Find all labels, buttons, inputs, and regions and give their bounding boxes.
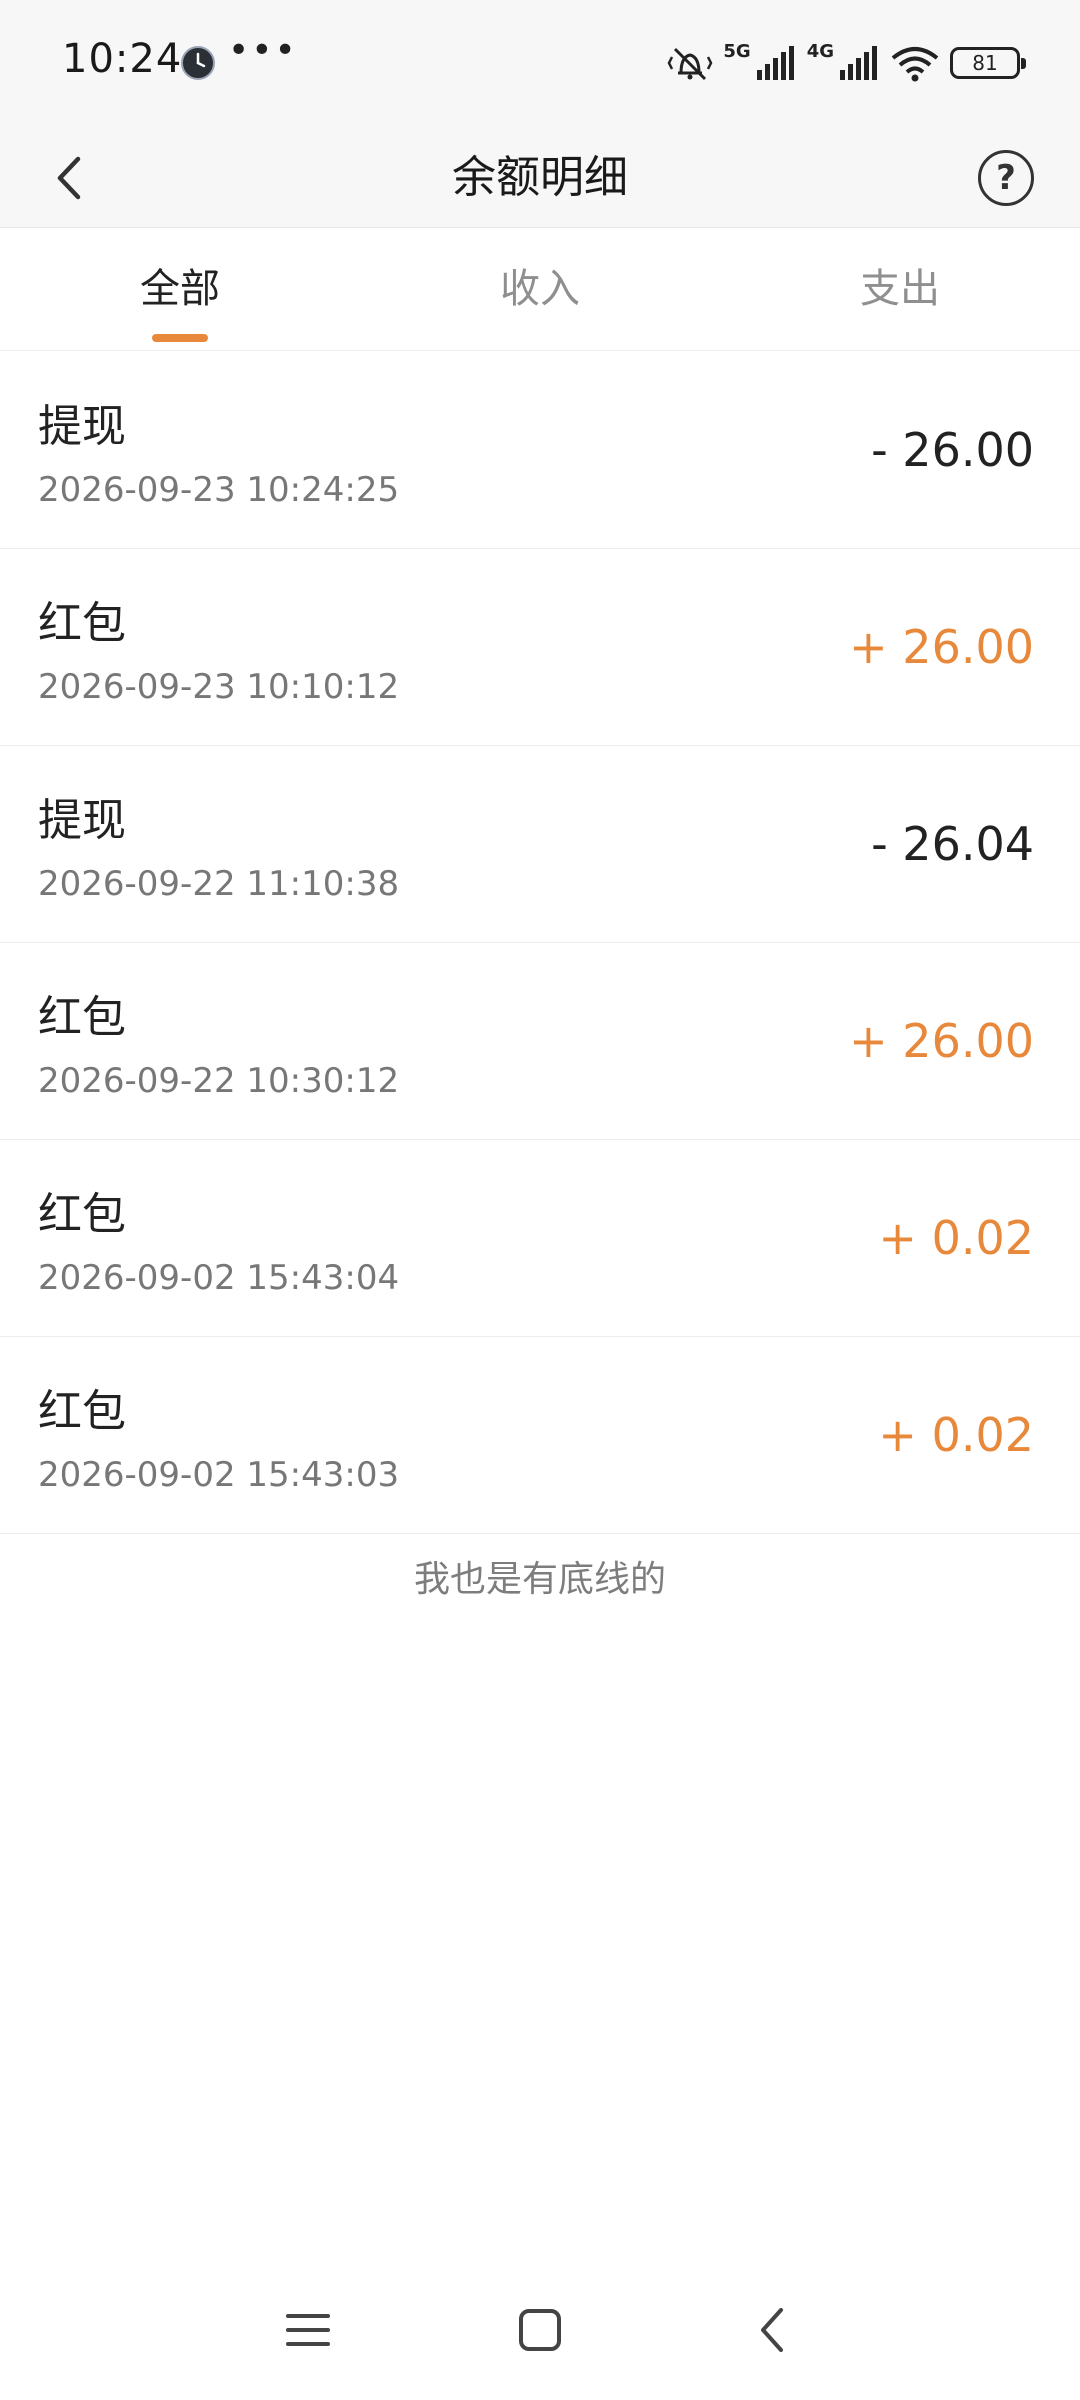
home-button[interactable] [510,2300,570,2360]
menu-lines-icon [286,2314,330,2346]
transaction-row[interactable]: 红包 2026-09-02 15:43:03 + 0.02 [0,1337,1080,1534]
transaction-type: 红包 [38,992,126,1043]
end-of-list-note: 我也是有底线的 [413,1559,666,1600]
transaction-row[interactable]: 红包 2026-09-23 10:10:12 + 26.00 [0,549,1080,746]
network-5g-label: 5G [723,40,751,62]
clock-app-icon [181,46,215,80]
page-title: 余额明细 [452,152,628,203]
battery-icon: 81 [950,47,1026,79]
transaction-time: 2026-09-23 10:24:25 [38,470,400,510]
transaction-time: 2026-09-23 10:10:12 [38,667,400,707]
transaction-type: 红包 [38,1189,126,1240]
transaction-amount: - 26.04 [871,817,1034,871]
recent-apps-button[interactable] [278,2300,338,2360]
transaction-time: 2026-09-22 10:30:12 [38,1061,400,1101]
status-time: 10:24 [62,36,183,82]
transaction-type: 提现 [38,401,126,452]
active-tab-indicator [152,334,208,342]
transaction-amount: + 0.02 [878,1408,1034,1462]
tab-label: 收入 [500,265,580,312]
signal-bars-icon [756,46,794,80]
tab-income[interactable]: 收入 [360,229,720,350]
battery-level: 81 [972,51,998,75]
transaction-time: 2026-09-02 15:43:03 [38,1455,400,1495]
transaction-time: 2026-09-22 11:10:38 [38,864,400,904]
transaction-row[interactable]: 红包 2026-09-22 10:30:12 + 26.00 [0,943,1080,1140]
transaction-amount: + 0.02 [878,1211,1034,1265]
transaction-list: 提现 2026-09-23 10:24:25 - 26.00 红包 2026-0… [0,352,1080,1534]
tab-expense[interactable]: 支出 [720,229,1080,350]
mute-vibrate-icon [667,47,713,81]
transaction-type: 提现 [38,795,126,846]
transaction-row[interactable]: 提现 2026-09-23 10:24:25 - 26.00 [0,352,1080,549]
status-icons: 5G 4G 81 [667,38,1026,88]
transaction-time: 2026-09-02 15:43:04 [38,1258,400,1298]
transaction-row[interactable]: 红包 2026-09-02 15:43:04 + 0.02 [0,1140,1080,1337]
chevron-left-icon [761,2308,783,2352]
title-bar: 余额明细 ? [0,128,1080,228]
more-notifications-icon: ••• [228,30,298,71]
transaction-amount: - 26.00 [871,423,1034,477]
chevron-left-icon [57,156,81,200]
wifi-icon [891,47,939,82]
transaction-type: 红包 [38,598,126,649]
signal-bars-icon [840,46,877,80]
question-circle-icon: ? [996,158,1016,198]
transaction-type: 红包 [38,1386,126,1437]
transaction-row[interactable]: 提现 2026-09-22 11:10:38 - 26.04 [0,746,1080,943]
system-navigation-bar [0,2280,1080,2380]
tab-all[interactable]: 全部 [0,229,360,350]
filter-tabs: 全部 收入 支出 [0,229,1080,351]
transaction-amount: + 26.00 [849,620,1034,674]
status-bar: 10:24 ••• 5G 4G 81 [0,0,1080,128]
tab-label: 全部 [140,265,220,312]
back-button[interactable] [30,138,110,218]
square-icon [519,2309,561,2351]
system-back-button[interactable] [742,2300,802,2360]
tab-label: 支出 [860,265,940,312]
network-4g-label: 4G [806,40,834,62]
help-button[interactable]: ? [978,150,1034,206]
transaction-amount: + 26.00 [849,1014,1034,1068]
